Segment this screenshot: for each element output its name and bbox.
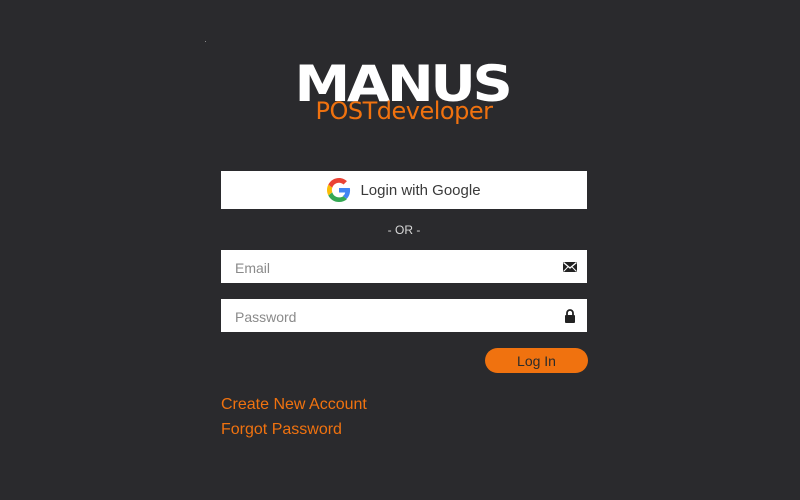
password-input[interactable] bbox=[233, 299, 557, 334]
manus-logo: MANUS POSTdeveloper bbox=[284, 59, 524, 126]
password-field[interactable] bbox=[221, 299, 587, 334]
decorative-dot bbox=[205, 41, 206, 42]
google-button-label: Login with Google bbox=[360, 181, 481, 199]
envelope-icon bbox=[562, 259, 578, 275]
login-button[interactable]: Log In bbox=[485, 348, 588, 373]
google-logo-icon bbox=[327, 178, 351, 202]
lock-icon bbox=[562, 308, 578, 324]
or-divider: - OR - bbox=[387, 223, 421, 237]
email-input[interactable] bbox=[233, 250, 557, 285]
create-account-link[interactable]: Create New Account bbox=[221, 396, 367, 414]
logo-tagline: POSTdeveloper bbox=[315, 97, 493, 125]
forgot-password-link[interactable]: Forgot Password bbox=[221, 421, 342, 439]
login-with-google-button[interactable]: Login with Google bbox=[221, 171, 587, 209]
email-field[interactable] bbox=[221, 250, 587, 285]
